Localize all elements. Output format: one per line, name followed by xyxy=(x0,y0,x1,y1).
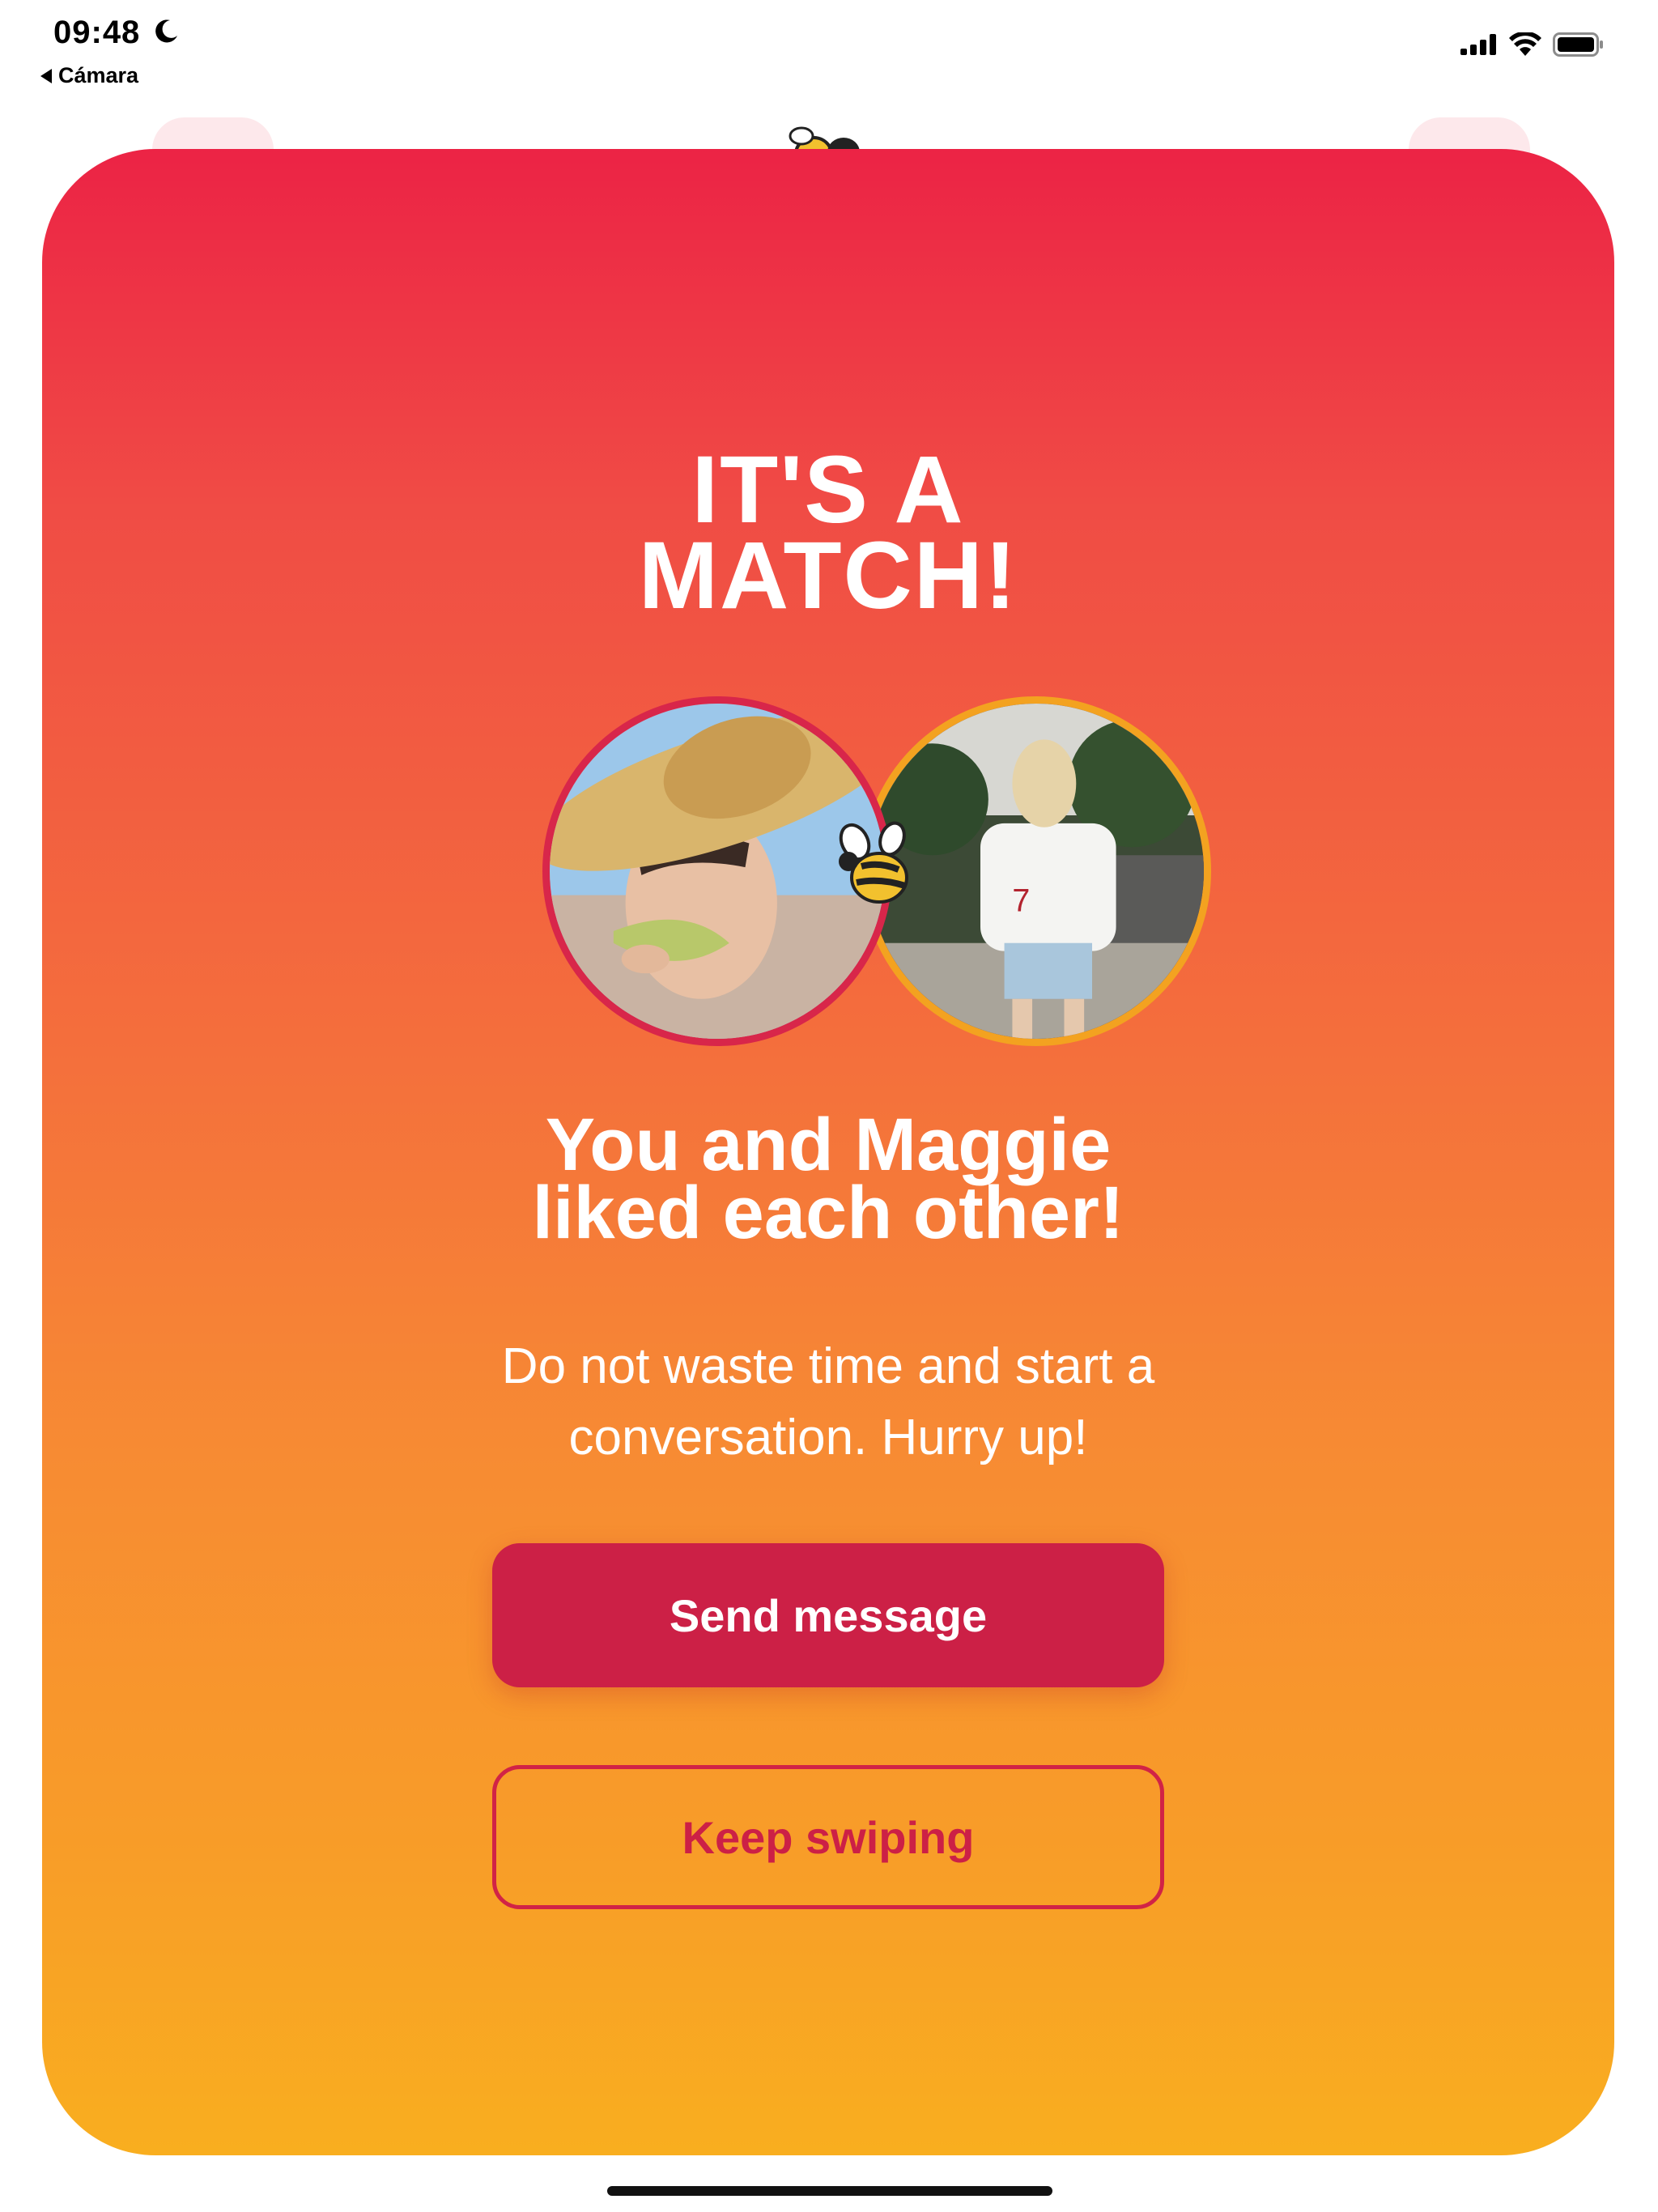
back-app-label: Cámara xyxy=(58,63,139,87)
match-title: IT'S A MATCH! xyxy=(42,436,1614,629)
moon-icon xyxy=(155,19,177,43)
match-title-line2: MATCH! xyxy=(638,522,1018,629)
match-description: Do not waste time and start a conversati… xyxy=(42,1331,1614,1474)
wifi-icon xyxy=(1509,32,1541,56)
match-subtitle: You and Maggie liked each other! xyxy=(42,1104,1614,1254)
status-icons xyxy=(1460,32,1605,57)
match-subtitle-line2: liked each other! xyxy=(532,1172,1124,1254)
svg-text:7: 7 xyxy=(1012,883,1030,918)
status-time: 09:48 xyxy=(53,15,141,50)
bee-icon xyxy=(839,821,908,904)
match-description-line2: conversation. Hurry up! xyxy=(568,1410,1088,1465)
send-message-button[interactable]: Send message xyxy=(492,1543,1164,1687)
home-indicator[interactable] xyxy=(607,2186,1052,2196)
matched-avatars: 7 xyxy=(500,690,1211,1062)
match-title-line1: IT'S A xyxy=(691,436,965,543)
match-subtitle-line1: You and Maggie xyxy=(545,1104,1112,1186)
back-arrow-icon xyxy=(40,68,52,83)
signal-icon xyxy=(1460,34,1496,55)
keep-swiping-button[interactable]: Keep swiping xyxy=(492,1765,1164,1909)
battery-icon xyxy=(1553,32,1603,57)
back-to-app-link[interactable]: Cámara xyxy=(40,63,138,88)
status-bar: 09:48 Cámara xyxy=(0,0,1658,97)
match-description-line1: Do not waste time and start a xyxy=(501,1338,1155,1394)
match-modal: IT'S A MATCH! 7 You and Maggie liked eac… xyxy=(42,149,1614,2155)
